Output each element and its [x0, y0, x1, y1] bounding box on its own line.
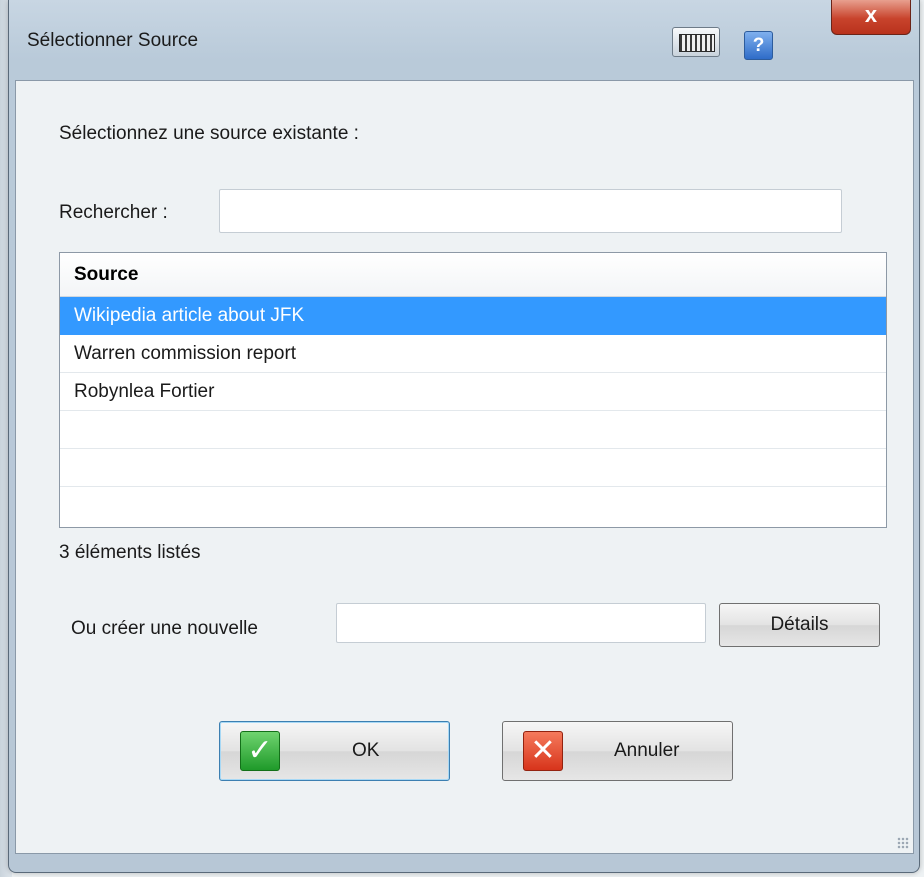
list-item[interactable]: Warren commission report [60, 335, 886, 373]
search-label: Rechercher : [59, 202, 168, 223]
dialog-body: Sélectionnez une source existante : Rech… [15, 80, 914, 854]
close-button[interactable]: x [831, 0, 911, 35]
list-item[interactable] [60, 487, 886, 525]
resize-grip-icon[interactable] [897, 837, 909, 849]
ok-label: OK [352, 740, 380, 761]
window-title: Sélectionner Source [27, 30, 199, 51]
help-icon[interactable]: ? [744, 31, 773, 60]
check-icon: ✓ [240, 731, 280, 771]
x-icon: ✕ [523, 731, 563, 771]
details-button[interactable]: Détails [719, 603, 880, 647]
list-item[interactable] [60, 449, 886, 487]
new-source-input[interactable] [336, 603, 706, 643]
cancel-label: Annuler [614, 740, 680, 761]
keyboard-icon[interactable] [672, 27, 720, 57]
source-list[interactable]: Source Wikipedia article about JFK Warre… [59, 252, 887, 528]
item-count-label: 3 éléments listés [59, 542, 201, 563]
column-header-source[interactable]: Source [60, 253, 886, 297]
list-item[interactable]: Robynlea Fortier [60, 373, 886, 411]
list-item[interactable]: Wikipedia article about JFK [60, 297, 886, 335]
prompt-label: Sélectionnez une source existante : [59, 123, 359, 144]
select-source-dialog: Sélectionner Source ? x Sélectionnez une… [8, 0, 920, 873]
ok-button[interactable]: ✓ OK [219, 721, 450, 781]
list-item[interactable] [60, 411, 886, 449]
cancel-button[interactable]: ✕ Annuler [502, 721, 733, 781]
title-bar[interactable]: Sélectionner Source ? x [9, 0, 919, 80]
search-input[interactable] [219, 189, 842, 233]
new-source-label: Ou créer une nouvelle [71, 618, 258, 639]
